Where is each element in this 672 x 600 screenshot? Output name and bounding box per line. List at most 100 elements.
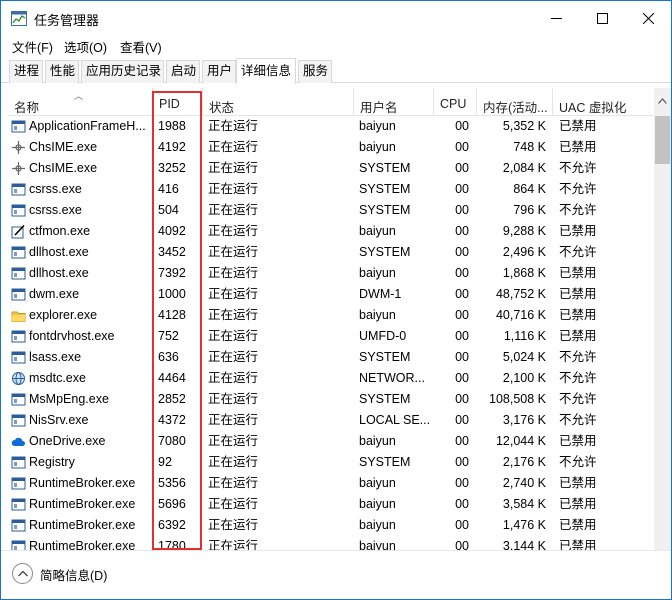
app-window-icon [11,540,26,550]
title-bar: 任务管理器 [1,1,671,35]
process-memory: 796 K [513,203,546,217]
table-row[interactable]: explorer.exe 4128 正在运行 baiyun 00 40,716 K 已禁用 [8,305,654,326]
process-memory: 5,024 K [502,350,546,364]
tab-details[interactable]: 详细信息 [236,58,296,84]
menu-file[interactable]: 文件(F) [9,37,56,56]
table-row[interactable]: msdtc.exe 4464 正在运行 NETWOR... 00 2,100 K 不允许 [8,368,654,389]
process-cpu: 00 [455,119,469,133]
tab-app-history[interactable]: 应用历史记录 [81,60,164,83]
table-row[interactable]: lsass.exe 636 正在运行 SYSTEM 00 5,024 K 不允许 [8,347,654,368]
process-name: ctfmon.exe [29,224,91,238]
process-cpu: 00 [455,350,469,364]
window-title: 任务管理器 [34,13,100,28]
task-manager-window: 任务管理器 文件(F) 选项(O) 查看(V) 进程 性能 应用历史记录 启动 … [0,0,672,600]
table-row[interactable]: RuntimeBroker.exe 6392 正在运行 baiyun 00 1,476 K… [8,515,654,536]
column-header-user[interactable]: 用户名 [354,88,434,116]
process-name: RuntimeBroker.exe [29,518,136,532]
table-row[interactable]: dllhost.exe 7392 正在运行 baiyun 00 1,868 K 已禁用 [8,263,654,284]
close-button[interactable] [625,1,671,35]
vertical-scrollbar[interactable] [654,88,671,550]
tab-performance[interactable]: 性能 [45,60,79,83]
process-memory: 3,584 K [502,497,546,511]
process-name: msdtc.exe [29,371,86,385]
process-cpu: 00 [455,392,469,406]
fewer-details-button[interactable] [12,563,33,584]
column-header-cpu[interactable]: CPU [434,88,477,116]
process-cpu: 00 [455,308,469,322]
column-header-name[interactable]: 名称 ︿ [8,88,153,116]
table-row[interactable]: fontdrvhost.exe 752 正在运行 UMFD-0 00 1,116 K 已禁用 [8,326,654,347]
process-user: NETWOR... [359,371,425,385]
table-row[interactable]: RuntimeBroker.exe 1780 正在运行 baiyun 00 3,144 K… [8,536,654,550]
tab-users[interactable]: 用户 [202,60,236,83]
table-row[interactable]: MsMpEng.exe 2852 正在运行 SYSTEM 00 108,508 K 不允许 [8,389,654,410]
process-name: Registry [29,455,75,469]
table-row[interactable]: ChsIME.exe 4192 正在运行 baiyun 00 748 K 已禁用 [8,137,654,158]
process-user: LOCAL SE... [359,413,431,427]
tab-processes[interactable]: 进程 [9,60,43,83]
process-memory: 2,496 K [502,245,546,259]
ime-icon [12,162,25,175]
tab-startup[interactable]: 启动 [166,60,200,83]
pid-column-highlight [152,91,202,550]
tab-services[interactable]: 服务 [298,60,332,83]
maximize-button[interactable] [579,1,625,35]
process-name: RuntimeBroker.exe [29,497,136,511]
table-row[interactable]: Registry 92 正在运行 SYSTEM 00 2,176 K 不允许 [8,452,654,473]
process-status: 正在运行 [208,161,259,175]
table-row[interactable]: OneDrive.exe 7080 正在运行 baiyun 00 12,044 K 已禁用 [8,431,654,452]
process-uac: 已禁用 [559,476,597,490]
process-status: 正在运行 [208,413,259,427]
process-user: baiyun [359,539,396,550]
process-status: 正在运行 [208,350,259,364]
table-row[interactable]: ChsIME.exe 3252 正在运行 SYSTEM 00 2,084 K 不允许 [8,158,654,179]
process-user: baiyun [359,497,396,511]
process-user: SYSTEM [359,392,411,406]
process-cpu: 00 [455,434,469,448]
process-name: csrss.exe [29,182,82,196]
column-header-uac[interactable]: UAC 虚拟化 [553,88,654,116]
process-uac: 已禁用 [559,497,597,511]
process-status: 正在运行 [208,245,259,259]
process-status: 正在运行 [208,266,259,280]
process-status: 正在运行 [208,476,259,490]
table-row[interactable]: RuntimeBroker.exe 5696 正在运行 baiyun 00 3,584 K… [8,494,654,515]
process-user: baiyun [359,224,396,238]
table-row[interactable]: csrss.exe 504 正在运行 SYSTEM 00 796 K 不允许 [8,200,654,221]
process-uac: 已禁用 [559,266,597,280]
process-cpu: 00 [455,245,469,259]
process-memory: 2,100 K [502,371,546,385]
process-uac: 已禁用 [559,119,597,133]
app-window-icon [11,120,26,133]
app-window-icon [11,477,26,490]
process-status: 正在运行 [208,140,259,154]
process-name: explorer.exe [29,308,98,322]
process-uac: 不允许 [559,392,597,406]
table-row[interactable]: NisSrv.exe 4372 正在运行 LOCAL SE... 00 3,176 K 不允… [8,410,654,431]
process-memory: 2,740 K [502,476,546,490]
sort-up-icon: ︿ [74,91,84,101]
column-header-memory[interactable]: 内存(活动... [477,88,553,116]
process-cpu: 00 [455,413,469,427]
process-status: 正在运行 [208,539,259,550]
process-uac: 已禁用 [559,539,597,550]
process-name: fontdrvhost.exe [29,329,115,343]
menu-options[interactable]: 选项(O) [61,37,110,56]
minimize-button[interactable] [533,1,579,35]
process-name: csrss.exe [29,203,82,217]
table-row[interactable]: dwm.exe 1000 正在运行 DWM-1 00 48,752 K 已禁用 [8,284,654,305]
table-row[interactable]: csrss.exe 416 正在运行 SYSTEM 00 864 K 不允许 [8,179,654,200]
menu-view[interactable]: 查看(V) [117,37,165,56]
tab-bar: 进程 性能 应用历史记录 启动 用户 详细信息 服务 [1,58,671,84]
process-memory: 2,176 K [502,455,546,469]
ime-icon [12,141,25,154]
table-row[interactable]: dllhost.exe 3452 正在运行 SYSTEM 00 2,496 K 不允许 [8,242,654,263]
fewer-details-label[interactable]: 简略信息(D) [40,565,107,584]
table-row[interactable]: ApplicationFrameH... 1988 正在运行 baiyun 00 5,35… [8,116,654,137]
column-header-status[interactable]: 状态 [203,88,354,116]
scroll-thumb[interactable] [655,116,670,164]
table-row[interactable]: RuntimeBroker.exe 5356 正在运行 baiyun 00 2,740 K… [8,473,654,494]
table-row[interactable]: ctfmon.exe 4092 正在运行 baiyun 00 9,288 K 已禁用 [8,221,654,242]
scroll-up-button[interactable] [654,92,671,109]
network-icon [12,372,25,385]
